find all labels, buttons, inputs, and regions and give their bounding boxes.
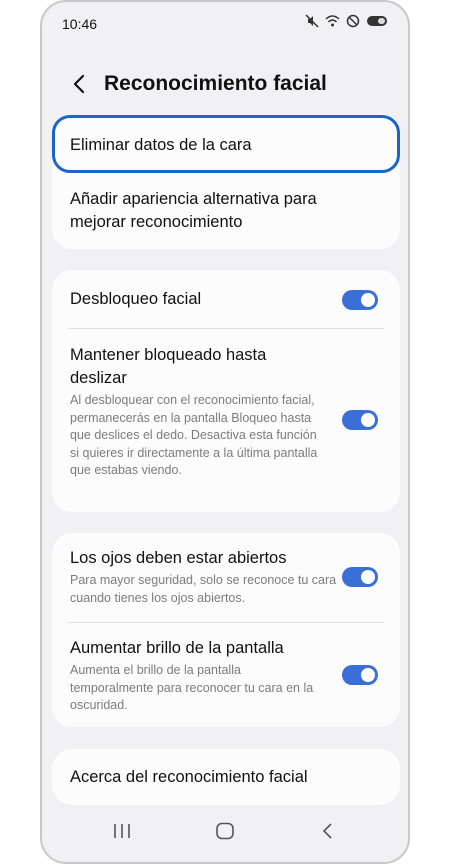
back-arrow-icon[interactable] bbox=[68, 72, 92, 96]
about-card: Acerca del reconocimiento facial bbox=[52, 749, 400, 805]
home-icon[interactable] bbox=[215, 822, 235, 840]
phone-frame: 10:46 Reconocimiento facial Eliminar dat… bbox=[40, 0, 410, 864]
status-time: 10:46 bbox=[62, 16, 98, 32]
page-title: Reconocimiento facial bbox=[104, 72, 327, 95]
about-face-recognition-item[interactable]: Acerca del reconocimiento facial bbox=[52, 766, 400, 789]
brightness-item[interactable]: Aumentar brillo de la pantalla Aumenta e… bbox=[52, 637, 322, 715]
eyes-open-description: Para mayor seguridad, solo se reconoce t… bbox=[70, 573, 337, 605]
eyes-open-toggle[interactable] bbox=[342, 567, 378, 587]
stay-locked-toggle[interactable] bbox=[342, 410, 378, 430]
delete-face-data-label: Eliminar datos de la cara bbox=[70, 136, 252, 154]
face-unlock-toggle[interactable] bbox=[342, 290, 378, 310]
divider bbox=[68, 328, 384, 329]
stay-locked-label: Mantener bloqueado hasta deslizar bbox=[70, 346, 267, 387]
brightness-label: Aumentar brillo de la pantalla bbox=[70, 639, 284, 657]
status-bar: 10:46 bbox=[42, 2, 408, 44]
about-face-recognition-label: Acerca del reconocimiento facial bbox=[70, 768, 308, 786]
app-header: Reconocimiento facial bbox=[42, 64, 408, 106]
recent-apps-icon[interactable] bbox=[112, 822, 132, 840]
mute-icon bbox=[305, 14, 319, 28]
brightness-toggle[interactable] bbox=[342, 665, 378, 685]
eyes-open-label: Los ojos deben estar abiertos bbox=[70, 549, 287, 567]
unlock-card: Desbloqueo facial Mantener bloqueado has… bbox=[52, 270, 400, 512]
brightness-description: Aumenta el brillo de la pantalla tempora… bbox=[70, 663, 314, 712]
do-not-disturb-icon bbox=[346, 14, 360, 28]
add-alt-appearance-item[interactable]: Añadir apariencia alternativa para mejor… bbox=[52, 188, 352, 234]
security-card: Los ojos deben estar abiertos Para mayor… bbox=[52, 533, 400, 727]
eyes-open-item[interactable]: Los ojos deben estar abiertos Para mayor… bbox=[52, 547, 337, 607]
divider bbox=[68, 622, 384, 623]
status-icons bbox=[305, 14, 390, 28]
navigation-bar bbox=[42, 802, 408, 862]
battery-icon bbox=[367, 16, 387, 26]
wifi-icon bbox=[325, 15, 340, 27]
stay-locked-item[interactable]: Mantener bloqueado hasta deslizar Al des… bbox=[52, 344, 322, 480]
back-nav-icon[interactable] bbox=[320, 822, 336, 840]
add-alt-appearance-label: Añadir apariencia alternativa para mejor… bbox=[70, 190, 317, 231]
delete-face-data-item[interactable]: Eliminar datos de la cara bbox=[52, 115, 400, 173]
stay-locked-description: Al desbloquear con el reconocimiento fac… bbox=[70, 393, 318, 477]
